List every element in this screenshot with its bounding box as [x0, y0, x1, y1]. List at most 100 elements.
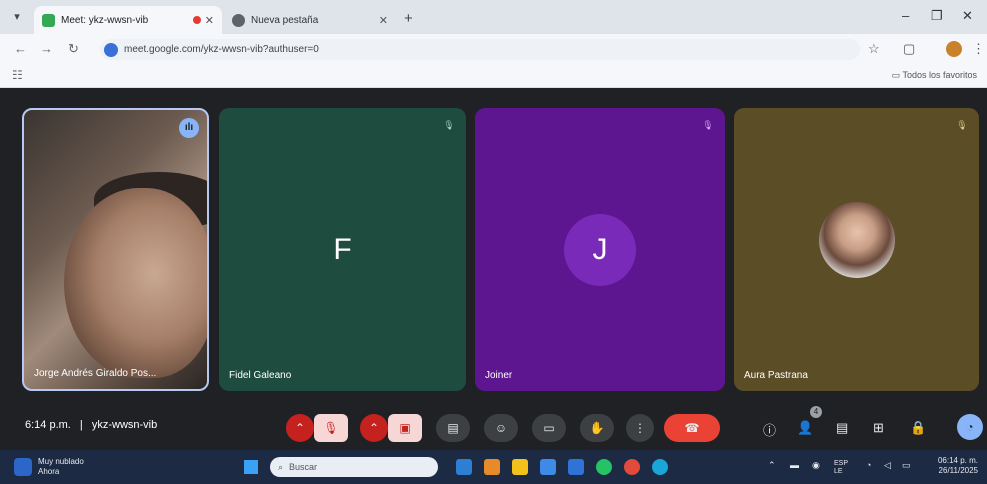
bookmark-star-icon[interactable]: ☆ [868, 41, 880, 57]
restore-icon[interactable]: ❐ [931, 8, 943, 24]
weather-condition: Muy nublado [38, 457, 84, 466]
battery-icon[interactable]: ▭ [902, 460, 911, 471]
weather-cloud-icon[interactable] [14, 458, 32, 476]
close-tab-icon[interactable]: ✕ [379, 14, 388, 27]
raise-hand-button[interactable]: ✋ [580, 414, 614, 442]
participant-tile-aura[interactable]: 🎙 Aura Pastrana [734, 108, 979, 391]
taskbar: Muy nublado Ahora ⌕ Buscar ⌃ ▬ ◉ ESP LE … [0, 450, 987, 484]
participant-avatar [818, 201, 895, 278]
camera-options-chevron-icon[interactable]: ⌃ [360, 414, 388, 442]
reactions-button[interactable]: ☺ [484, 414, 518, 442]
search-icon: ⌕ [278, 461, 284, 472]
present-screen-icon: ▭ [543, 421, 555, 435]
close-tab-icon[interactable]: ✕ [205, 14, 214, 27]
participant-tile-fidel[interactable]: 🎙 F Fidel Galeano [219, 108, 466, 391]
hand-icon: ✋ [589, 421, 605, 435]
windows-start-icon[interactable] [244, 460, 258, 474]
muted-mic-icon: 🎙 [443, 120, 455, 130]
all-bookmarks-label: Todos los favoritos [902, 70, 977, 80]
participant-name: Fidel Galeano [229, 370, 292, 381]
people-count-badge: 4 [810, 406, 822, 418]
widget-app-icon[interactable] [484, 459, 500, 475]
back-icon[interactable]: ← [14, 41, 27, 56]
timer-host-icon[interactable]: ◔ [957, 414, 983, 440]
mic-toggle-button[interactable]: 🎙 [314, 414, 348, 442]
more-options-button[interactable]: ⋮ [626, 414, 654, 442]
tab-meet[interactable]: Meet: ykz-wwsn-vib ✕ [34, 6, 222, 34]
meeting-time: 6:14 p.m. [25, 419, 71, 431]
tray-app-icon[interactable]: ▬ [790, 460, 799, 470]
clock-time: 06:14 p. m. [937, 456, 978, 465]
recording-indicator-icon [192, 16, 201, 24]
end-call-icon: ☎ [684, 421, 700, 435]
chat-icon[interactable]: ▤ [836, 420, 848, 436]
participant-name: Joiner [485, 370, 513, 381]
meeting-info: 6:14 p.m. | ykz-wwsn-vib [25, 419, 163, 431]
participant-initial: J [564, 213, 636, 286]
tab-search-icon[interactable]: ▾ [8, 9, 26, 25]
volume-icon[interactable]: ◁ [884, 460, 891, 471]
muted-mic-icon: 🎙 [702, 120, 714, 130]
clock-date: 26/11/2025 [938, 466, 978, 475]
mic-options-chevron-icon[interactable]: ⌃ [286, 414, 314, 442]
close-window-icon[interactable]: ✕ [962, 8, 973, 24]
weather-widget[interactable]: Muy nublado Ahora [38, 457, 84, 477]
all-bookmarks-link[interactable]: ▭ Todos los favoritos [892, 70, 977, 81]
language-indicator[interactable]: ESP LE [834, 460, 848, 476]
tray-location-icon[interactable]: ◉ [812, 460, 820, 471]
address-bar-row: ← → ↻ meet.google.com/ykz-wwsn-vib?authu… [0, 34, 987, 64]
meet-control-bar: 6:14 p.m. | ykz-wwsn-vib ⌃ 🎙 ⌃ ▣ ▤ ☺ ▭ ✋… [0, 406, 987, 450]
activities-grid-icon[interactable]: ⊞ [873, 420, 884, 436]
more-vert-icon: ⋮ [634, 421, 646, 435]
app-icon[interactable] [652, 459, 668, 475]
leave-call-button[interactable]: ☎ [664, 414, 720, 442]
meeting-separator: | [79, 419, 83, 431]
participant-tile-jorge[interactable]: ılı Jorge Andrés Giraldo Pos... [22, 108, 209, 391]
menu-kebab-icon[interactable]: ⋮ [972, 41, 985, 57]
forward-icon[interactable]: → [40, 41, 53, 56]
participant-tile-joiner[interactable]: 🎙 J Joiner [475, 108, 725, 391]
edge-browser-icon[interactable] [540, 459, 556, 475]
camera-toggle-button[interactable]: ▣ [388, 414, 422, 442]
profile-avatar[interactable] [946, 41, 962, 57]
emoji-icon: ☺ [494, 421, 508, 435]
new-tab-icon[interactable]: + [404, 10, 413, 27]
wifi-icon[interactable]: ◔ [866, 460, 871, 470]
meeting-code: ykz-wwsn-vib [91, 419, 158, 431]
participant-initial: F [306, 213, 379, 286]
whatsapp-icon[interactable] [596, 459, 612, 475]
participant-video-face [64, 188, 207, 378]
tab-title: Meet: ykz-wwsn-vib [61, 14, 149, 26]
chrome-icon[interactable] [624, 459, 640, 475]
muted-mic-icon: 🎙 [956, 120, 968, 130]
site-info-icon[interactable] [104, 42, 118, 57]
weather-time: Ahora [38, 467, 60, 476]
task-view-icon[interactable] [456, 459, 472, 475]
apps-grid-icon[interactable]: ☷ [12, 68, 23, 82]
taskbar-search[interactable]: ⌕ Buscar [270, 457, 438, 477]
reload-icon[interactable]: ↻ [68, 41, 79, 57]
language-code: ESP [834, 460, 849, 467]
browser-tabstrip: ▾ Meet: ykz-wwsn-vib ✕ Nueva pestaña ✕ +… [0, 0, 987, 34]
newtab-favicon-icon [232, 13, 245, 27]
host-controls-icon[interactable]: 🔒 [910, 420, 926, 436]
search-placeholder: Buscar [289, 462, 318, 472]
participant-name: Aura Pastrana [744, 370, 808, 381]
captions-button[interactable]: ▤ [436, 414, 470, 442]
meet-stage: ılı Jorge Andrés Giraldo Pos... 🎙 F Fide… [0, 88, 987, 450]
present-button[interactable]: ▭ [532, 414, 566, 442]
file-explorer-icon[interactable] [512, 459, 528, 475]
taskbar-clock[interactable]: 06:14 p. m. 26/11/2025 [930, 456, 978, 476]
bookmarks-bar: ☷ ▭ Todos los favoritos [0, 64, 987, 88]
tray-chevron-icon[interactable]: ⌃ [768, 460, 776, 471]
people-icon[interactable]: 👤 [797, 420, 813, 436]
url-field[interactable]: meet.google.com/ykz-wwsn-vib?authuser=0 [100, 39, 860, 60]
meeting-details-icon[interactable]: ⓘ [763, 420, 776, 439]
sidepanel-icon[interactable]: ▢ [903, 41, 915, 57]
tab-new[interactable]: Nueva pestaña ✕ [224, 6, 396, 34]
minimize-icon[interactable]: – [902, 8, 909, 23]
participant-name: Jorge Andrés Giraldo Pos... [34, 368, 157, 379]
store-icon[interactable] [568, 459, 584, 475]
camera-off-icon: ▣ [399, 421, 411, 435]
url-text: meet.google.com/ykz-wwsn-vib?authuser=0 [124, 44, 319, 55]
